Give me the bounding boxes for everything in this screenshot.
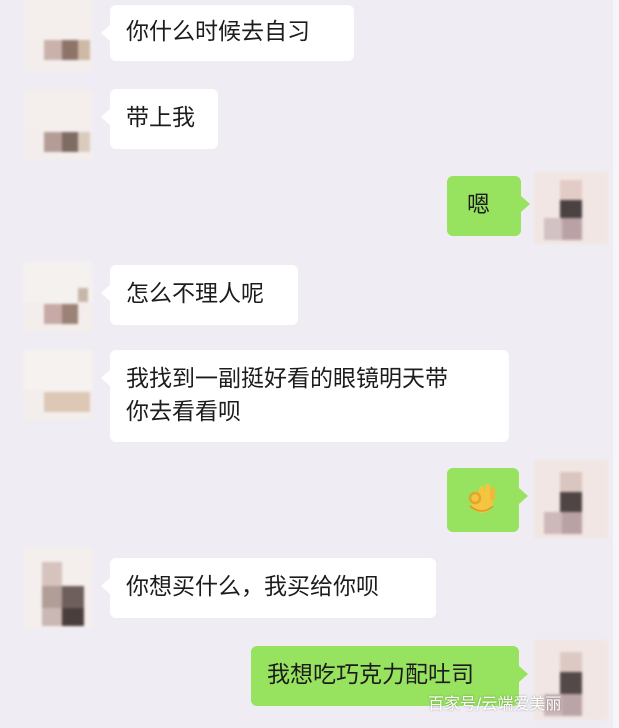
message-text-line-1: 我找到一副挺好看的眼镜明天带	[126, 366, 448, 392]
screen-edge	[613, 0, 619, 728]
message-bubble[interactable]: 怎么不理人呢	[101, 265, 298, 325]
message-bubble[interactable]: 我找到一副挺好看的眼镜明天带 你去看看呗	[101, 350, 509, 442]
message-text: 我想吃巧克力配吐司	[267, 662, 474, 688]
message-bubble[interactable]	[447, 468, 528, 532]
message-text: 带上我	[126, 105, 195, 131]
message-bubble[interactable]: 你想买什么，我买给你呗	[101, 558, 436, 618]
message-text-line-2: 你去看看呗	[126, 399, 241, 425]
contact-avatar[interactable]	[24, 0, 92, 70]
ok-hand-icon	[468, 484, 495, 513]
my-avatar[interactable]	[534, 460, 608, 538]
contact-avatar[interactable]	[24, 262, 92, 332]
message-text: 怎么不理人呢	[126, 281, 264, 307]
my-avatar[interactable]	[534, 172, 608, 244]
message-bubble[interactable]: 你什么时候去自习	[101, 5, 354, 61]
watermark: 百家号/云端爱美丽	[428, 694, 562, 713]
message-bubble[interactable]: 嗯	[447, 176, 530, 236]
contact-avatar[interactable]	[24, 90, 92, 160]
contact-avatar[interactable]	[24, 548, 92, 628]
message-text: 你什么时候去自习	[126, 19, 310, 45]
message-text: 嗯	[467, 192, 490, 218]
chat-conversation: 你什么时候去自习 带上我 嗯 怎么不理人呢 我找到一副挺好看的眼镜明天带 你去看…	[0, 0, 619, 728]
message-bubble[interactable]: 带上我	[101, 89, 218, 149]
message-text: 你想买什么，我买给你呗	[126, 574, 379, 600]
contact-avatar[interactable]	[24, 350, 92, 420]
